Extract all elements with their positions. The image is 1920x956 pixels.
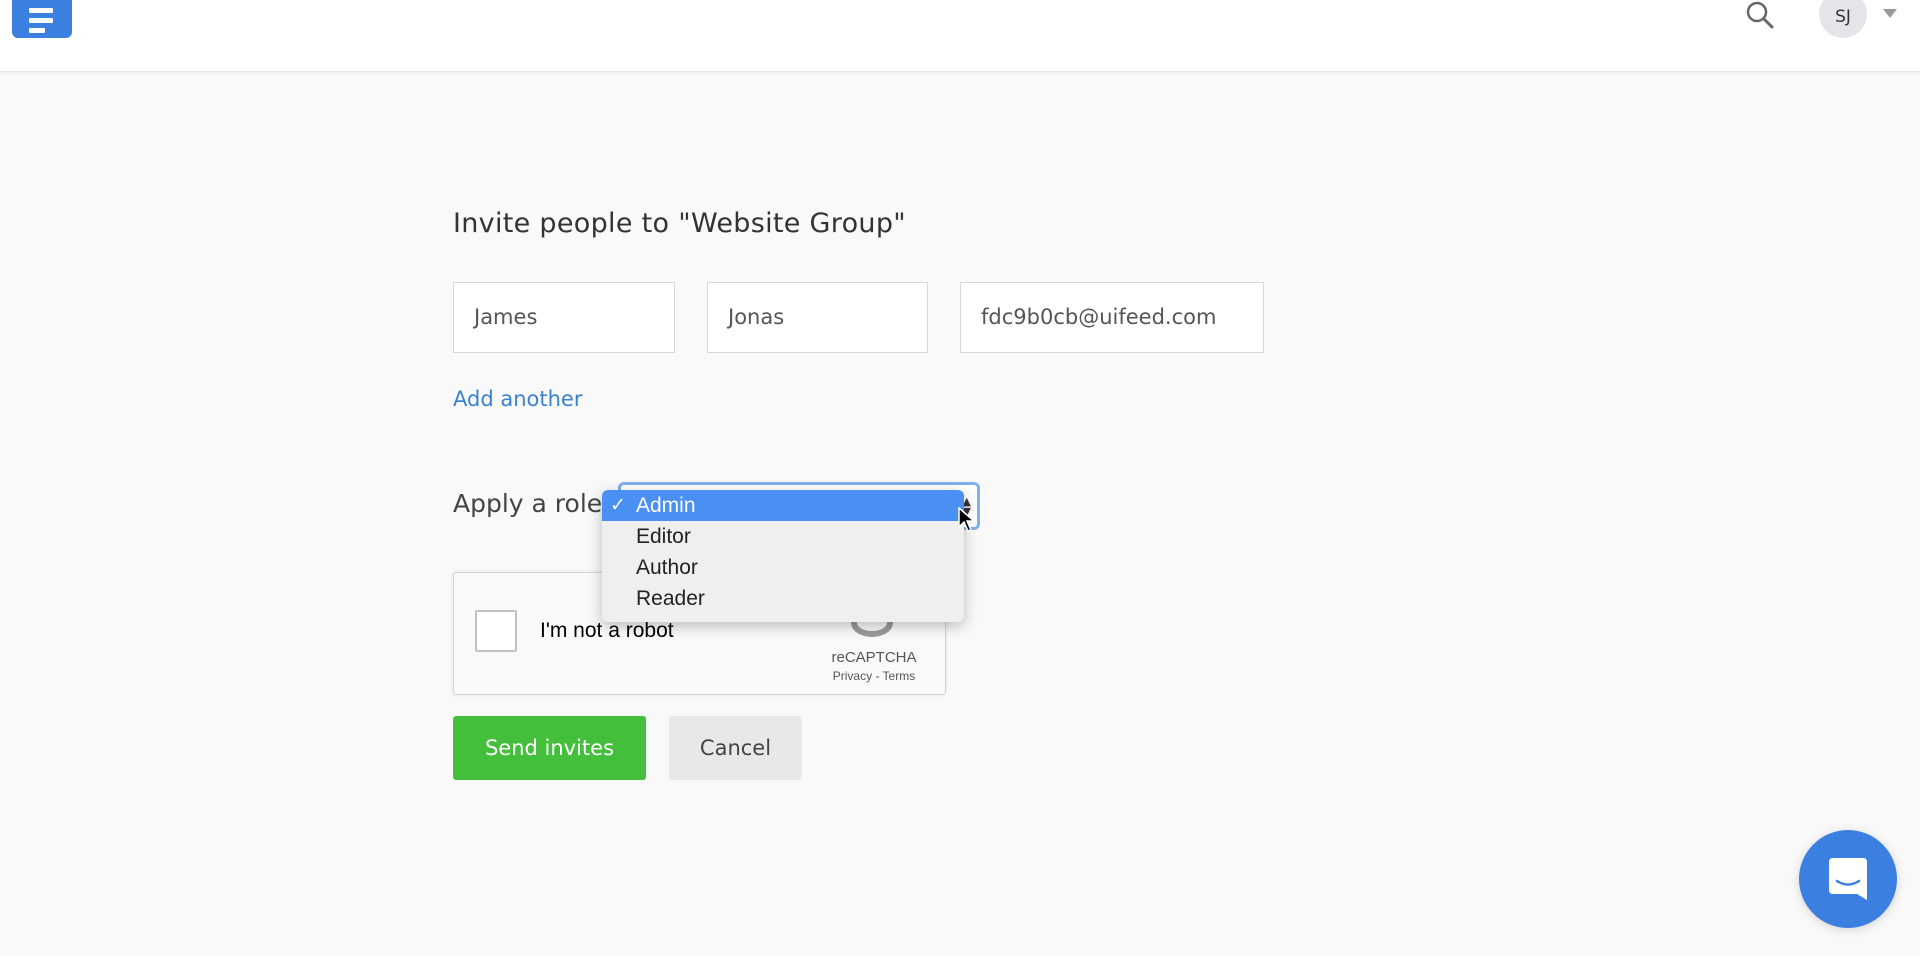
- role-option-author[interactable]: Author: [602, 552, 964, 583]
- add-another-link[interactable]: Add another: [453, 387, 582, 411]
- check-icon: ✓: [610, 495, 626, 516]
- last-name-input[interactable]: Jonas: [707, 282, 928, 353]
- role-option-editor[interactable]: Editor: [602, 521, 964, 552]
- role-option-admin[interactable]: ✓ Admin: [602, 490, 964, 521]
- caret-down-icon[interactable]: [1883, 9, 1897, 18]
- chat-launcher-button[interactable]: [1799, 830, 1897, 928]
- chat-icon: [1829, 858, 1867, 900]
- mouse-cursor-icon: [958, 507, 976, 532]
- page-title: Invite people to "Website Group": [453, 208, 906, 239]
- app-logo-icon[interactable]: [12, 0, 72, 38]
- recaptcha-checkbox[interactable]: [475, 610, 517, 652]
- send-invites-button[interactable]: Send invites: [453, 716, 646, 780]
- option-label: Reader: [636, 587, 705, 610]
- role-label: Apply a role: [453, 489, 603, 518]
- option-label: Author: [636, 556, 698, 579]
- recaptcha-label: I'm not a robot: [540, 619, 674, 642]
- option-label: Editor: [636, 525, 691, 548]
- cancel-button[interactable]: Cancel: [669, 716, 802, 780]
- top-header: SJ: [0, 0, 1920, 72]
- recaptcha-terms-link[interactable]: Privacy - Terms: [804, 669, 944, 683]
- avatar[interactable]: SJ: [1819, 0, 1867, 38]
- role-dropdown-menu: ✓ Admin Editor Author Reader: [602, 490, 964, 622]
- email-input[interactable]: fdc9b0cb@uifeed.com: [960, 282, 1264, 353]
- role-option-reader[interactable]: Reader: [602, 583, 964, 614]
- first-name-input[interactable]: James: [453, 282, 675, 353]
- option-label: Admin: [636, 494, 696, 517]
- recaptcha-brand: reCAPTCHA: [831, 649, 917, 666]
- search-icon[interactable]: [1745, 0, 1775, 30]
